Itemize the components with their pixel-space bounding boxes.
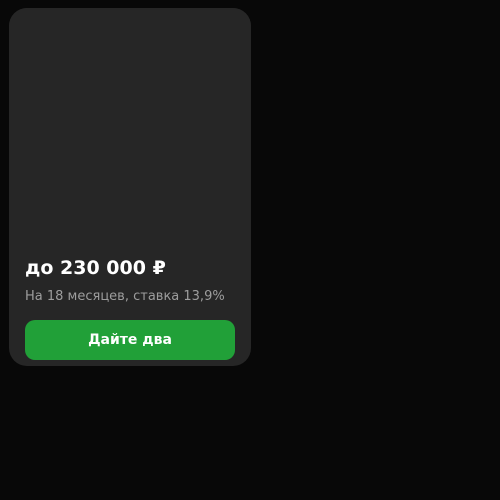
loan-terms-subtitle: На 18 месяцев, ставка 13,9%	[25, 289, 225, 304]
card-image-area	[9, 8, 251, 238]
loan-offer-card[interactable]: до 230 000 ₽ На 18 месяцев, ставка 13,9%…	[9, 8, 251, 366]
loan-amount-title: до 230 000 ₽	[25, 257, 166, 279]
page-background: до 230 000 ₽ На 18 месяцев, ставка 13,9%…	[0, 0, 500, 500]
apply-button[interactable]: Дайте два	[25, 320, 235, 360]
